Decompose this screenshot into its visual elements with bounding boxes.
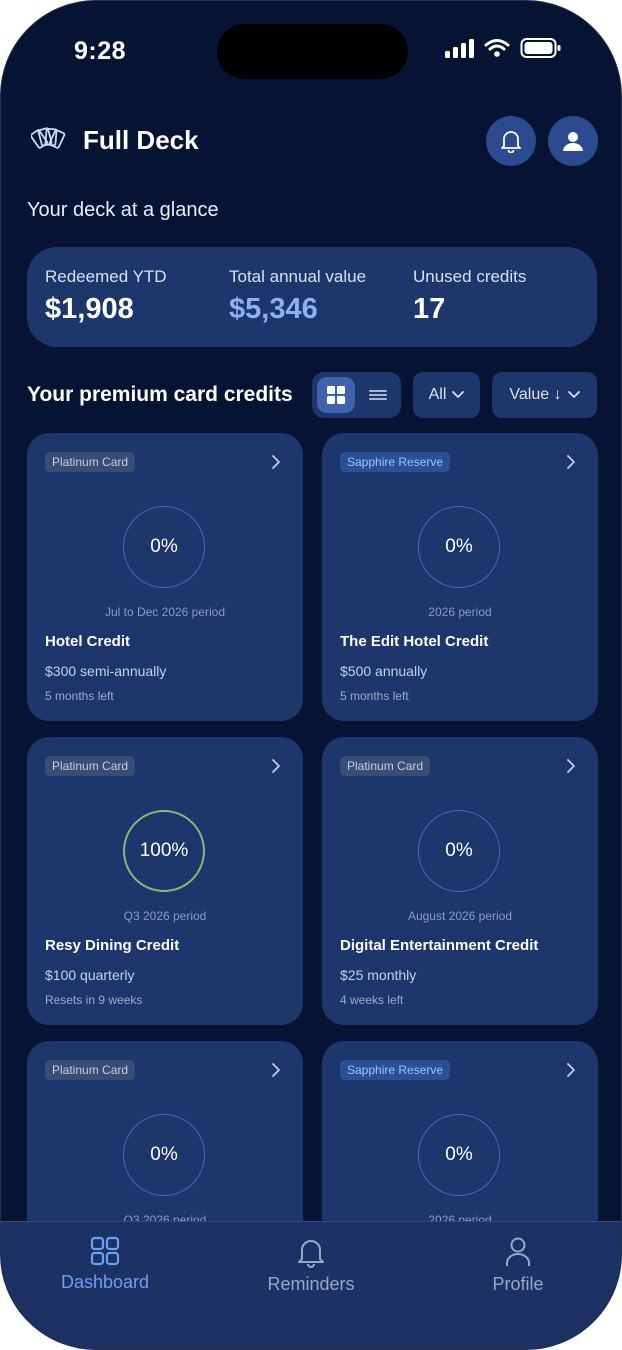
dashboard-grid-icon <box>90 1236 120 1266</box>
chevron-right-icon <box>272 1063 280 1077</box>
credit-time-left: 4 weeks left <box>340 993 404 1007</box>
progress-ring: 0% <box>418 1114 500 1196</box>
nav-label: Dashboard <box>60 1272 150 1292</box>
app-title: Full Deck <box>83 125 199 155</box>
user-icon <box>563 132 583 151</box>
phone-screen: 9:28 Full Deck Your deck at a glance Red… <box>0 0 622 1350</box>
stat-unused-credits: Unused credits 17 <box>413 267 526 326</box>
nav-label: Reminders <box>267 1274 355 1294</box>
credit-name: Hotel Credit <box>45 633 131 650</box>
credit-amount: $300 semi-annually <box>45 663 167 679</box>
credit-period: Q3 2026 period <box>123 909 207 923</box>
credit-period: Jul to Dec 2026 period <box>104 605 226 619</box>
filter-value: All <box>428 386 447 403</box>
view-toggle <box>312 372 401 418</box>
chevron-right-icon <box>272 759 280 773</box>
progress-ring: 0% <box>418 506 500 588</box>
bell-icon <box>501 131 521 153</box>
credit-name: Resy Dining Credit <box>45 937 180 954</box>
card-badge: Platinum Card <box>45 756 136 776</box>
chevron-down-icon <box>567 391 580 398</box>
chevron-right-icon <box>567 1063 575 1077</box>
progress-ring: 100% <box>123 810 205 892</box>
status-time: 9:28 <box>74 37 127 65</box>
overview-subtitle: Your deck at a glance <box>27 199 219 221</box>
chevron-right-icon <box>567 455 575 469</box>
cellular-signal-icon <box>445 38 474 58</box>
credit-amount: $25 monthly <box>340 967 417 983</box>
list-view-button[interactable] <box>359 377 397 413</box>
sort-dropdown[interactable]: Value ↓ <box>492 372 597 418</box>
stat-value: 17 <box>413 293 446 325</box>
stat-value: $1,908 <box>45 293 134 325</box>
progress-ring: 0% <box>123 1114 205 1196</box>
wifi-icon <box>484 39 510 57</box>
bell-icon <box>298 1240 324 1268</box>
card-badge: Platinum Card <box>340 756 431 776</box>
chevron-right-icon <box>567 759 575 773</box>
credit-time-left: 5 months left <box>45 689 114 703</box>
stat-label: Unused credits <box>413 267 527 286</box>
grid-view-button[interactable] <box>317 377 355 413</box>
stat-label: Redeemed YTD <box>45 267 167 286</box>
credit-name: The Edit Hotel Credit <box>340 633 489 650</box>
stat-total-annual-value: Total annual value $5,346 <box>229 267 366 326</box>
card-badge: Platinum Card <box>45 1060 136 1080</box>
nav-item-profile[interactable]: Profile <box>443 1236 593 1295</box>
bottom-nav: Dashboard Reminders Profile <box>1 1221 621 1349</box>
section-title: Your premium card credits <box>27 383 293 406</box>
profile-button[interactable] <box>548 116 598 166</box>
progress-ring: 0% <box>123 506 205 588</box>
stat-label: Total annual value <box>229 267 367 286</box>
card-badge: Sapphire Reserve <box>340 1060 451 1080</box>
dynamic-island <box>217 24 408 79</box>
credit-name: Digital Entertainment Credit <box>340 937 539 954</box>
nav-item-reminders[interactable]: Reminders <box>236 1236 386 1295</box>
stat-redeemed-ytd: Redeemed YTD $1,908 <box>45 267 167 326</box>
chevron-down-icon <box>452 391 465 398</box>
nav-label: Profile <box>492 1274 544 1294</box>
credit-card-tile[interactable]: Platinum Card 0% August 2026 period Digi… <box>322 737 598 1025</box>
stats-panel: Redeemed YTD $1,908 Total annual value $… <box>27 247 597 347</box>
progress-ring: 0% <box>418 810 500 892</box>
stat-value: $5,346 <box>229 293 318 325</box>
credit-period: 2026 period <box>428 605 492 619</box>
card-badge: Sapphire Reserve <box>340 452 451 472</box>
credit-period: August 2026 period <box>407 909 513 923</box>
sort-value: Value ↓ <box>509 386 562 403</box>
card-badge: Platinum Card <box>45 452 136 472</box>
grid-icon <box>327 386 345 404</box>
credit-amount: $500 annually <box>340 663 428 679</box>
credit-card-tile[interactable]: Sapphire Reserve 0% 2026 period The Edit… <box>322 433 598 721</box>
status-icons <box>445 37 562 59</box>
credit-time-left: Resets in 9 weeks <box>45 993 143 1007</box>
list-icon <box>369 390 387 400</box>
playing-cards-icon <box>31 127 66 149</box>
credit-card-tile[interactable]: Platinum Card 100% Q3 2026 period Resy D… <box>27 737 303 1025</box>
credit-time-left: 5 months left <box>340 689 409 703</box>
chevron-right-icon <box>272 455 280 469</box>
person-icon <box>506 1237 530 1266</box>
filter-dropdown[interactable]: All <box>413 372 480 418</box>
notifications-button[interactable] <box>486 116 536 166</box>
nav-item-dashboard[interactable]: Dashboard <box>30 1236 180 1293</box>
credit-card-tile[interactable]: Platinum Card 0% Jul to Dec 2026 period … <box>27 433 303 721</box>
credit-amount: $100 quarterly <box>45 967 135 983</box>
battery-icon <box>520 38 561 58</box>
